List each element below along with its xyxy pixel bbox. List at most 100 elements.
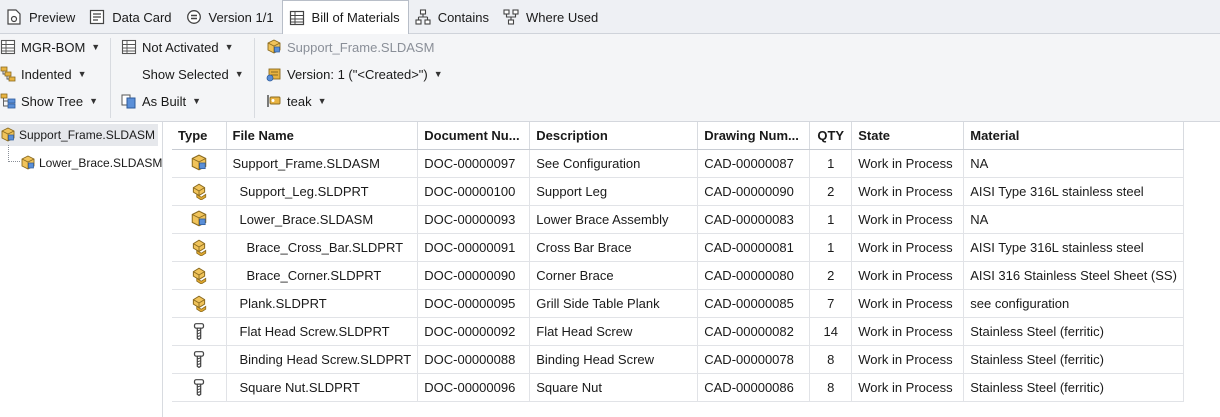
file-name-text: Support_Leg.SLDPRT: [239, 183, 369, 199]
tree-node-lower-brace[interactable]: Lower_Brace.SLDASM: [20, 152, 162, 174]
type-cell: [172, 261, 227, 290]
view-mode-label: Indented: [21, 66, 72, 82]
document-number-cell: DOC-00000090: [417, 261, 531, 290]
table-row[interactable]: Lower_Brace.SLDASM DOC-00000093 Lower Brac…: [172, 205, 1184, 234]
as-built-dropdown[interactable]: As Built ▼: [121, 90, 201, 112]
column-header-material[interactable]: Material: [963, 122, 1184, 150]
file-name-text: Lower_Brace.SLDASM: [239, 211, 374, 227]
document-number-cell: DOC-00000091: [417, 233, 531, 262]
show-tree-dropdown[interactable]: Show Tree ▼: [0, 90, 98, 112]
table-row[interactable]: Square Nut.SLDPRT DOC-00000096 Square Nut C…: [172, 373, 1184, 402]
document-number-text: DOC-00000091: [424, 239, 516, 255]
description-cell: Cross Bar Brace: [529, 233, 699, 262]
chevron-down-icon: ▼: [192, 96, 201, 106]
data-card-icon: [89, 9, 105, 25]
tab-bill-of-materials[interactable]: Bill of Materials: [281, 0, 409, 35]
table-row[interactable]: Binding Head Screw.SLDPRT DOC-00000088 Bin…: [172, 345, 1184, 374]
table-row[interactable]: Plank.SLDPRT DOC-00000095 Grill Side Table…: [172, 289, 1184, 318]
chevron-down-icon: ▼: [89, 96, 99, 106]
type-cell: [172, 205, 227, 234]
material-text: Stainless Steel (ferritic): [970, 351, 1104, 367]
bom-selector-dropdown[interactable]: MGR-BOM ▼: [0, 36, 100, 58]
qty-cell: 8: [809, 373, 853, 402]
material-text: NA: [970, 155, 989, 171]
state-text: Work in Process: [858, 295, 953, 311]
user-tag-icon: [266, 93, 282, 109]
type-cell: [172, 149, 227, 178]
state-cell: Work in Process: [851, 289, 965, 318]
document-number-text: DOC-00000097: [424, 155, 516, 171]
qty-text: 2: [827, 183, 835, 199]
state-text: Work in Process: [858, 351, 953, 367]
chevron-down-icon: ▼: [317, 96, 327, 106]
as-built-icon: [121, 93, 137, 109]
state-text: Work in Process: [858, 155, 953, 171]
state-cell: Work in Process: [851, 233, 965, 262]
file-name-cell: Brace_Corner.SLDPRT: [226, 261, 419, 290]
assembly-icon: [266, 39, 282, 55]
column-header-qty[interactable]: QTY: [809, 122, 853, 150]
toolbar-separator: [110, 38, 111, 118]
description-cell: Grill Side Table Plank: [529, 289, 699, 318]
tree-node-label: Lower_Brace.SLDASM: [39, 156, 163, 170]
state-text: Work in Process: [858, 267, 953, 283]
drawing-number-text: CAD-00000083: [704, 211, 794, 227]
qty-text: 1: [827, 155, 835, 171]
document-number-text: DOC-00000090: [424, 267, 516, 283]
chevron-down-icon: ▼: [224, 42, 234, 52]
table-row[interactable]: Support_Leg.SLDPRT DOC-00000100 Support Le…: [172, 177, 1184, 206]
column-header-description[interactable]: Description: [529, 122, 699, 150]
tab-version[interactable]: Version 1/1: [180, 0, 282, 34]
bom-grid: Type File Name Document Nu... Descriptio…: [172, 122, 1184, 402]
tab-where-used[interactable]: Where Used: [497, 0, 606, 34]
drawing-number-cell: CAD-00000078: [697, 345, 811, 374]
view-mode-dropdown[interactable]: Indented ▼: [0, 63, 87, 85]
qty-text: 14: [823, 323, 838, 339]
chevron-down-icon: ▼: [433, 69, 443, 79]
version-dropdown[interactable]: Version: 1 ("<Created>") ▼: [266, 63, 443, 85]
description-cell: Square Nut: [529, 373, 699, 402]
table-row[interactable]: Support_Frame.SLDASM DOC-00000097 See Conf…: [172, 149, 1184, 178]
show-selected-dropdown[interactable]: Show Selected ▼: [142, 63, 244, 85]
drawing-number-cell: CAD-00000085: [697, 289, 811, 318]
description-text: Square Nut: [536, 379, 603, 395]
tab-label: Contains: [437, 9, 489, 25]
file-name-text: Square Nut.SLDPRT: [239, 379, 360, 395]
type-cell: [172, 317, 227, 346]
description-cell: Support Leg: [529, 177, 699, 206]
tab-contains[interactable]: Contains: [409, 0, 497, 34]
tab-preview[interactable]: Preview: [0, 0, 83, 34]
column-header-type[interactable]: Type: [172, 122, 227, 150]
current-file-name: Support_Frame.SLDASM: [287, 39, 435, 55]
assembly-icon: [190, 210, 208, 228]
column-header-document-number[interactable]: Document Nu...: [417, 122, 531, 150]
column-header-file-name[interactable]: File Name: [226, 122, 419, 150]
tree-node-support-frame[interactable]: Support_Frame.SLDASM: [0, 124, 159, 146]
document-number-text: DOC-00000096: [424, 379, 516, 395]
tab-data-card[interactable]: Data Card: [83, 0, 179, 34]
document-number-cell: DOC-00000095: [417, 289, 531, 318]
material-text: Stainless Steel (ferritic): [970, 379, 1104, 395]
file-name-cell: Brace_Cross_Bar.SLDPRT: [226, 233, 419, 262]
document-number-cell: DOC-00000100: [417, 177, 531, 206]
material-cell: AISI Type 316L stainless steel: [963, 233, 1184, 262]
table-row[interactable]: Brace_Corner.SLDPRT DOC-00000090 Corner Br…: [172, 261, 1184, 290]
drawing-number-text: CAD-00000090: [704, 183, 794, 199]
table-row[interactable]: Brace_Cross_Bar.SLDPRT DOC-00000091 Cross …: [172, 233, 1184, 262]
user-dropdown[interactable]: teak ▼: [266, 90, 327, 112]
description-text: Corner Brace: [536, 267, 614, 283]
material-cell: Stainless Steel (ferritic): [963, 345, 1184, 374]
assembly-icon: [190, 154, 208, 172]
table-row[interactable]: Flat Head Screw.SLDPRT DOC-00000092 Flat H…: [172, 317, 1184, 346]
activation-dropdown[interactable]: Not Activated ▼: [121, 36, 234, 58]
column-header-state[interactable]: State: [851, 122, 965, 150]
state-cell: Work in Process: [851, 177, 965, 206]
qty-text: 8: [827, 351, 835, 367]
document-number-text: DOC-00000093: [424, 211, 516, 227]
drawing-number-cell: CAD-00000081: [697, 233, 811, 262]
column-header-drawing-number[interactable]: Drawing Num...: [697, 122, 811, 150]
qty-text: 8: [827, 379, 835, 395]
chevron-down-icon: ▼: [234, 69, 244, 79]
state-text: Work in Process: [858, 239, 953, 255]
show-tree-label: Show Tree: [21, 93, 84, 109]
